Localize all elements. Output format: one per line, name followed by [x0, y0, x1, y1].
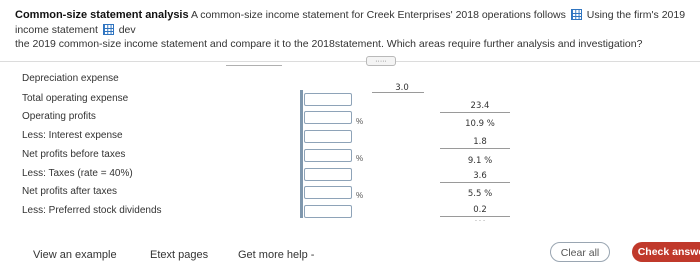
row-label-net-profits-after-taxes: Net profits after taxes: [22, 186, 118, 197]
input-column-edge: [300, 90, 303, 218]
value-total-operating-expense: 23.4: [470, 101, 490, 111]
row-label-operating-profits: Operating profits: [22, 111, 96, 122]
input-preferred-dividends[interactable]: [304, 205, 352, 218]
value-preferred-dividends: 0.2: [473, 205, 487, 215]
view-example-link[interactable]: View an example: [33, 249, 117, 261]
value-interest-expense: 1.8: [473, 137, 487, 147]
row-label-interest-expense: Less: Interest expense: [22, 130, 123, 141]
table-icon-2[interactable]: [102, 23, 114, 35]
value-underline-3: [440, 182, 510, 183]
check-answer-button[interactable]: Check answe: [632, 242, 700, 262]
value-net-profits-after-taxes: 5.5 %: [467, 189, 493, 199]
row-label-net-profits-before-taxes: Net profits before taxes: [22, 149, 126, 160]
value-taxes: 3.6: [473, 171, 487, 181]
problem-statement: Common-size statement analysis A common-…: [15, 8, 695, 52]
problem-text-1: A common-size income statement for Creek…: [190, 9, 566, 21]
section-divider: [0, 61, 700, 62]
value-underline-2: [440, 148, 510, 149]
percent-sign-net-before-taxes: %: [356, 154, 364, 163]
value-underline-1: [440, 112, 510, 113]
etext-pages-link[interactable]: Etext pages: [150, 249, 208, 261]
input-net-profits-before-taxes[interactable]: [304, 149, 352, 162]
more-button[interactable]: ·····: [366, 56, 396, 66]
header-underline-left: [226, 65, 282, 66]
input-operating-profits[interactable]: [304, 111, 352, 124]
input-interest-expense[interactable]: [304, 130, 352, 143]
input-net-profits-after-taxes[interactable]: [304, 186, 352, 199]
value-truncated-dashes: - - -: [474, 217, 486, 224]
clear-all-button[interactable]: Clear all: [550, 242, 610, 262]
row-label-depreciation: Depreciation expense: [22, 73, 119, 84]
bottom-toolbar: View an example Etext pages Get more hel…: [0, 238, 700, 262]
value-net-profits-before-taxes: 9.1 %: [467, 156, 493, 166]
row-label-preferred-dividends: Less: Preferred stock dividends: [22, 205, 162, 216]
input-taxes[interactable]: [304, 168, 352, 181]
problem-text-3: dev: [118, 23, 136, 36]
first-value: 3.0: [395, 83, 409, 93]
input-total-operating-expense[interactable]: [304, 93, 352, 106]
percent-sign-operating-profits: %: [356, 117, 364, 126]
row-label-taxes: Less: Taxes (rate = 40%): [22, 168, 133, 179]
row-label-total-operating-expense: Total operating expense: [22, 93, 129, 104]
value-operating-profits: 10.9 %: [465, 119, 495, 129]
problem-title: Common-size statement analysis: [15, 9, 189, 21]
get-more-help-link[interactable]: Get more help -: [238, 249, 314, 261]
table-icon[interactable]: [570, 9, 582, 20]
percent-sign-net-after-taxes: %: [356, 191, 364, 200]
problem-text-4: the 2019 common-size income statement an…: [15, 38, 643, 50]
